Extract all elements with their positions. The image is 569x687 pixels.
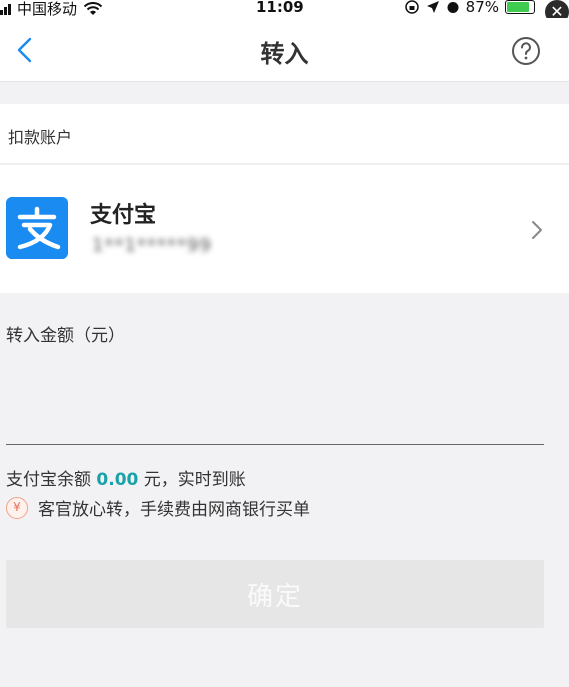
confirm-button[interactable]: 确定 — [6, 560, 544, 628]
deduction-account-label: 扣款账户 — [8, 128, 73, 147]
deduction-account-header: 扣款账户 — [0, 104, 569, 164]
rotation-lock-icon — [404, 0, 419, 14]
wifi-icon — [83, 1, 103, 15]
chevron-right-icon — [532, 221, 542, 239]
amount-input[interactable] — [6, 363, 544, 445]
battery-icon — [505, 0, 535, 14]
yuan-icon: ¥ — [6, 496, 28, 519]
balance-suffix: 元，实时到账 — [143, 470, 246, 490]
carrier-name: 中国移动 — [17, 0, 78, 18]
alarm-icon — [447, 2, 459, 13]
balance-line: 支付宝余额 0.00 元，实时到账 — [6, 465, 246, 490]
status-bar: 中国移动 11:09 87% ✕ — [0, 0, 569, 24]
account-number: 1**1*****99 — [92, 235, 212, 256]
fee-notice-text: 客官放心转，手续费由网商银行买单 — [38, 500, 310, 520]
amount-section: 转入金额（元） 支付宝余额 0.00 元，实时到账 ¥ 客官放心转，手续费由网商… — [0, 293, 569, 687]
fee-notice: ¥ 客官放心转，手续费由网商银行买单 — [6, 495, 310, 520]
balance-prefix: 支付宝余额 — [6, 470, 91, 490]
help-button[interactable] — [511, 36, 541, 66]
status-left: 中国移动 — [0, 0, 103, 19]
alipay-logo-icon — [6, 197, 68, 259]
account-name: 支付宝 — [90, 203, 157, 228]
signal-icon — [0, 3, 11, 15]
transfer-in-screen: 中国移动 11:09 87% ✕ 转入 扣款账户 支付宝 1**1*****99… — [0, 0, 569, 687]
page-title: 转入 — [260, 40, 309, 68]
deduction-account-row[interactable]: 支付宝 1**1*****99 — [0, 165, 569, 293]
status-time: 11:09 — [256, 0, 304, 16]
status-right: 87% — [404, 0, 535, 16]
battery-percent: 87% — [465, 0, 499, 16]
balance-value: 0.00 — [96, 470, 139, 490]
amount-label: 转入金额（元） — [6, 326, 125, 346]
nav-bar: 转入 — [0, 18, 569, 82]
location-icon — [426, 1, 439, 13]
battery-fill — [507, 2, 530, 12]
